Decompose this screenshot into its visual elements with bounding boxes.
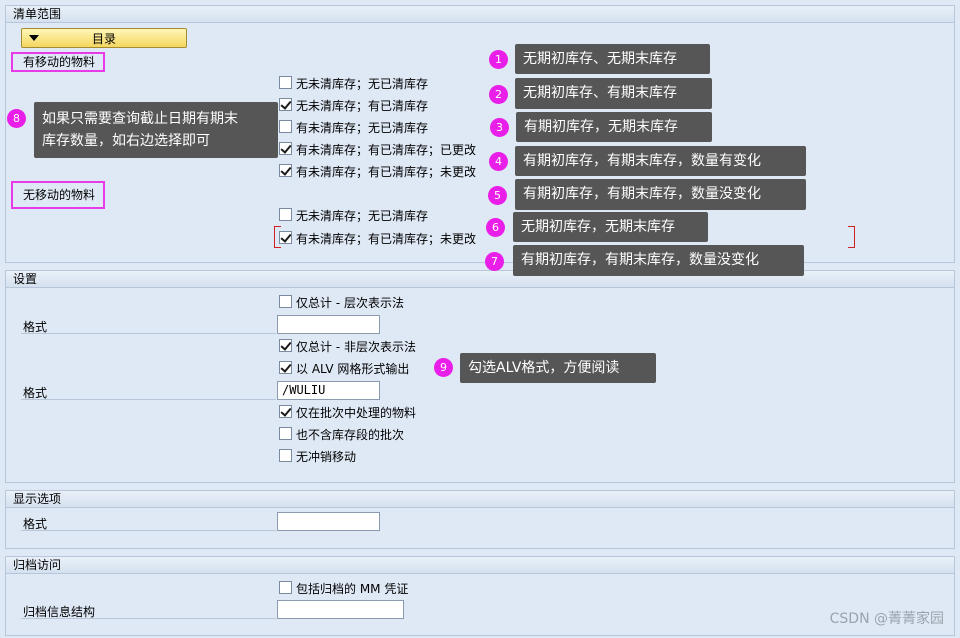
annotation-callout-8-line2: 库存数量，如右边选择即可: [42, 133, 210, 149]
totals-hier-label: 仅总计 - 层次表示法: [296, 296, 404, 310]
alv-output-checkbox[interactable]: [279, 361, 292, 374]
unmoved-materials-label: 无移动的物料: [11, 181, 105, 209]
format2-input[interactable]: /WULIU: [277, 381, 380, 400]
info-structure-input[interactable]: [277, 600, 404, 619]
annotation-callout-7: 有期初库存，有期末库存，数量没变化: [513, 245, 804, 276]
annotation-badge-6: 6: [486, 218, 505, 237]
settings-title: 设置: [6, 271, 954, 288]
batch-only-checkbox[interactable]: [279, 405, 292, 418]
moved-option-2-label: 无未清库存；有已清库存: [296, 99, 429, 113]
no-storage-loc-label: 也不含库存段的批次: [296, 428, 405, 442]
display-format-input[interactable]: [277, 512, 380, 531]
format2-underline: [21, 399, 276, 400]
display-title: 显示选项: [6, 491, 954, 508]
no-storage-loc-checkbox[interactable]: [279, 427, 292, 440]
moved-option-1-checkbox[interactable]: [279, 76, 292, 89]
totals-hier-checkbox[interactable]: [279, 295, 292, 308]
unmoved-option-1-checkbox[interactable]: [279, 208, 292, 221]
watermark: CSDN @菁菁家园: [829, 611, 944, 627]
selection-bracket-left: [274, 226, 281, 248]
annotation-badge-8: 8: [7, 109, 26, 128]
annotation-badge-5: 5: [488, 186, 507, 205]
annotation-callout-1: 无期初库存、无期末库存: [515, 44, 710, 74]
annotation-callout-8-line1: 如果只需要查询截止日期有期末: [42, 111, 238, 127]
moved-option-2-checkbox[interactable]: [279, 98, 292, 111]
no-reversal-checkbox[interactable]: [279, 449, 292, 462]
moved-option-5-checkbox[interactable]: [279, 164, 292, 177]
format1-input[interactable]: [277, 315, 380, 334]
selection-bracket-right: [848, 226, 855, 248]
scope-title: 清单范围: [6, 6, 954, 23]
annotation-callout-8: 如果只需要查询截止日期有期末 库存数量，如右边选择即可: [34, 102, 278, 158]
display-format-underline: [21, 530, 276, 531]
catalog-label: 目录: [91, 32, 116, 46]
moved-option-3-label: 有未清库存；无已清库存: [296, 121, 429, 135]
moved-option-4-label: 有未清库存；有已清库存；已更改: [296, 143, 477, 157]
catalog-button[interactable]: 目录: [21, 28, 187, 48]
annotation-badge-4: 4: [489, 152, 508, 171]
annotation-callout-4: 有期初库存，有期末库存，数量有变化: [515, 146, 806, 176]
unmoved-option-2-label: 有未清库存；有已清库存；未更改: [296, 232, 477, 246]
annotation-callout-9: 勾选ALV格式，方便阅读: [460, 353, 656, 383]
annotation-badge-9: 9: [434, 358, 453, 377]
info-structure-underline: [21, 618, 276, 619]
annotation-callout-6: 无期初库存，无期末库存: [513, 212, 708, 242]
annotation-badge-1: 1: [489, 50, 508, 69]
include-archived-label: 包括归档的 MM 凭证: [296, 582, 409, 596]
alv-output-label: 以 ALV 网格形式输出: [296, 362, 410, 376]
moved-option-1-label: 无未清库存；无已清库存: [296, 77, 429, 91]
archive-frame: 归档访问: [5, 556, 955, 636]
annotation-callout-2: 无期初库存、有期末库存: [515, 78, 712, 109]
annotation-badge-3: 3: [490, 118, 509, 137]
include-archived-checkbox[interactable]: [279, 581, 292, 594]
unmoved-option-1-label: 无未清库存；无已清库存: [296, 209, 429, 223]
totals-nonhier-checkbox[interactable]: [279, 339, 292, 352]
moved-option-4-checkbox[interactable]: [279, 142, 292, 155]
annotation-callout-3: 有期初库存，无期末库存: [516, 112, 712, 142]
annotation-badge-2: 2: [489, 85, 508, 104]
batch-only-label: 仅在批次中处理的物料: [296, 406, 417, 420]
format1-underline: [21, 333, 276, 334]
archive-title: 归档访问: [6, 557, 954, 574]
annotation-callout-5: 有期初库存，有期末库存，数量没变化: [515, 179, 806, 210]
annotation-badge-7: 7: [485, 252, 504, 271]
display-frame: 显示选项: [5, 490, 955, 549]
moved-option-5-label: 有未清库存；有已清库存；未更改: [296, 165, 477, 179]
no-reversal-label: 无冲销移动: [296, 450, 357, 464]
moved-materials-label: 有移动的物料: [11, 52, 105, 72]
totals-nonhier-label: 仅总计 - 非层次表示法: [296, 340, 416, 354]
moved-option-3-checkbox[interactable]: [279, 120, 292, 133]
